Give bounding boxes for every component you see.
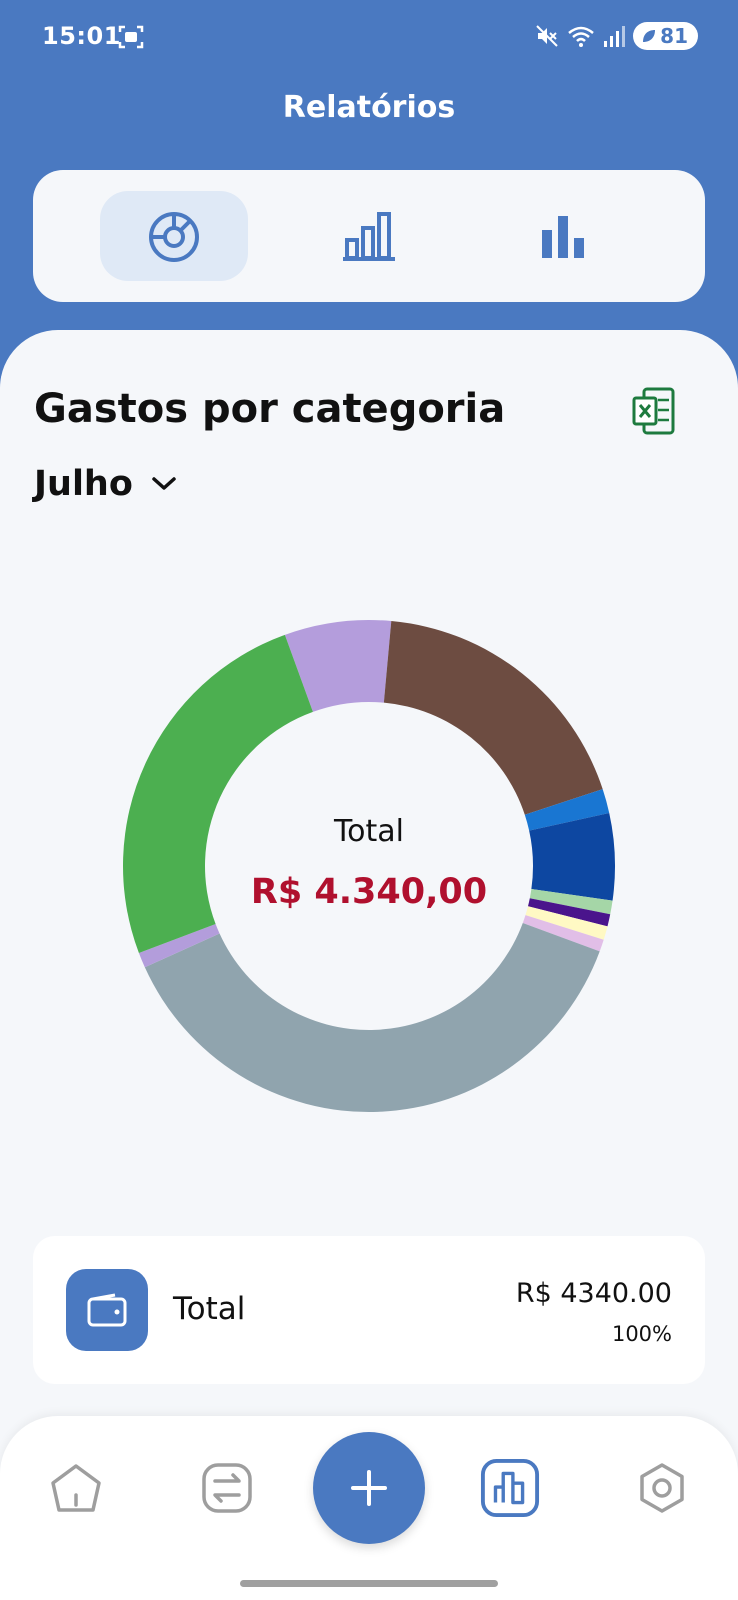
home-icon [51, 1464, 101, 1512]
transactions-icon [202, 1463, 252, 1513]
donut-slice-9[interactable] [144, 922, 600, 1112]
total-summary-card[interactable]: Total R$ 4340.00 100% [33, 1236, 705, 1384]
add-icon [351, 1470, 387, 1506]
nav-settings[interactable] [632, 1458, 692, 1518]
nav-reports[interactable] [480, 1458, 540, 1518]
nav-transactions[interactable] [197, 1458, 257, 1518]
nav-home[interactable] [46, 1458, 106, 1518]
donut-center-value: R$ 4.340,00 [250, 872, 488, 912]
wallet-tile [66, 1269, 148, 1351]
add-transaction-button[interactable] [313, 1432, 425, 1544]
settings-icon [640, 1463, 684, 1513]
summary-amount: R$ 4340.00 [515, 1278, 672, 1309]
donut-slice-2[interactable] [383, 621, 603, 815]
summary-label: Total [173, 1291, 246, 1327]
summary-percent: 100% [611, 1322, 672, 1346]
donut-center-label: Total [333, 814, 405, 849]
wallet-icon [87, 1293, 127, 1327]
home-indicator [240, 1580, 498, 1587]
reports-icon [480, 1458, 540, 1518]
category-donut-chart [122, 619, 615, 1112]
